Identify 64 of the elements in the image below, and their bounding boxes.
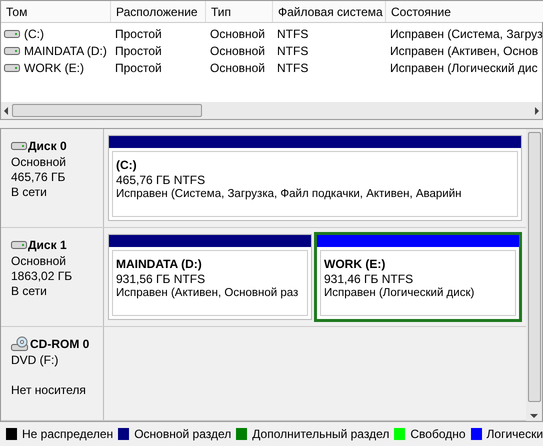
column-header[interactable]: Том <box>1 1 111 22</box>
disk-info-text: 465,76 ГБ <box>11 170 66 184</box>
table-cell-text: MAINDATA (D:) <box>23 42 107 60</box>
column-header[interactable]: Тип <box>206 1 273 22</box>
table-cell-text: NTFS <box>276 26 308 42</box>
partition-block[interactable]: MAINDATA (D:) 931,56 ГБ NTFS Исправен (Активен, Основной раз <box>108 234 312 320</box>
media-status: Нет носителя <box>11 383 86 397</box>
legend-label: Дополнительный раздел <box>252 426 390 443</box>
drive-icon <box>11 240 27 250</box>
partition-size: 931,56 ГБ NTFS <box>116 271 206 285</box>
partition-status: Исправен (Активен, Основной раз <box>116 286 300 300</box>
disk-info-text: Основной <box>11 155 66 169</box>
partition-status: Исправен (Логический диск) <box>324 286 476 300</box>
column-header[interactable]: Расположение <box>111 1 206 22</box>
table-cell-text: NTFS <box>276 60 308 76</box>
drive-icon <box>4 62 20 72</box>
scrollbar-thumb[interactable] <box>528 132 540 402</box>
table-cell-text: Основной <box>209 60 266 76</box>
scroll-down-icon[interactable] <box>530 414 538 418</box>
partition-block[interactable]: (C:) 465,76 ГБ NTFS Исправен (Система, Загрузка, Файл подкачки, Активен, Аварийн <box>108 135 522 221</box>
drive-icon <box>4 28 20 38</box>
column-header[interactable]: Файловая система <box>273 1 386 22</box>
scrollbar-thumb[interactable] <box>12 104 202 117</box>
disk-name: CD-ROM 0 <box>30 336 90 353</box>
partition-block[interactable]: WORK (E:) 931,46 ГБ NTFS Исправен (Логический диск) <box>314 232 522 322</box>
partition-size: 465,76 ГБ NTFS <box>116 172 206 186</box>
partition-label: MAINDATA (D:) <box>116 256 203 270</box>
table-cell-text: Исправен (Активен, Основ <box>389 42 538 60</box>
volume-row[interactable]: WORK (E:) Простой Основной NTFS Исправен (Логический дис <box>1 59 542 76</box>
disk-info-text: В сети <box>11 185 47 199</box>
table-cell-text: Исправен (Система, Загруз <box>389 26 543 42</box>
drive-icon <box>11 141 27 151</box>
table-cell-text: Простой <box>114 60 162 76</box>
cd-drive-icon <box>11 336 29 352</box>
column-header[interactable]: Состояние <box>386 1 543 22</box>
disk-name: Диск 0 <box>28 138 67 155</box>
horizontal-scrollbar[interactable] <box>1 102 542 119</box>
disk-name: Диск 1 <box>28 237 67 254</box>
partition-size: 931,46 ГБ NTFS <box>324 271 414 285</box>
table-cell-text: Основной <box>209 42 266 60</box>
scroll-right-icon[interactable] <box>535 106 539 114</box>
table-cell-text: Основной <box>209 26 266 42</box>
disk-info-text: DVD (F:) <box>11 353 58 367</box>
vertical-scrollbar[interactable] <box>526 129 542 421</box>
table-cell-text: Исправен (Логический дис <box>389 60 538 76</box>
volume-row[interactable]: MAINDATA (D:) Простой Основной NTFS Исправен (Активен, Основ <box>1 42 542 59</box>
legend-label: Не распределен <box>22 426 114 443</box>
table-cell-text: Простой <box>114 26 162 42</box>
scroll-left-icon[interactable] <box>4 106 8 114</box>
table-cell-text: WORK (E:) <box>23 60 84 76</box>
table-cell-text: (C:) <box>23 26 44 42</box>
partition-label: (C:) <box>116 157 138 171</box>
volume-row[interactable]: (C:) Простой Основной NTFS Исправен (Система, Загруз <box>1 25 542 42</box>
table-cell-text: Простой <box>114 42 162 60</box>
partition-status: Исправен (Система, Загрузка, Файл подкачки, Активен, Аварийн <box>116 187 462 201</box>
legend-label: Свободно <box>410 426 466 443</box>
disk-info-text: Основной <box>11 254 66 268</box>
legend-label: Основной раздел <box>134 426 232 443</box>
partition-label: WORK (E:) <box>324 256 386 270</box>
disk-info-text: В сети <box>11 284 47 298</box>
disk-info-text: 1863,02 ГБ <box>11 269 72 283</box>
legend-label: Логически <box>486 426 543 443</box>
table-cell-text: NTFS <box>276 42 308 60</box>
drive-icon <box>4 46 20 56</box>
